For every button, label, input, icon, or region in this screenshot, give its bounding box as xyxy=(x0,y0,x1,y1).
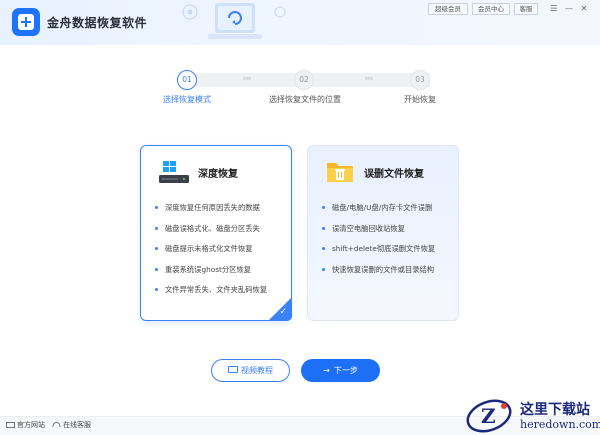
deleted-file-recovery-card[interactable]: 误删文件恢复 磁盘/电脑/U盘/内存卡文件误删 误清空电脑回收站恢复 shift… xyxy=(307,145,459,321)
list-item: 重装系统误ghost分区恢复 xyxy=(155,265,267,286)
official-website-link[interactable]: 官方网站 xyxy=(17,420,45,430)
video-camera-icon xyxy=(228,366,238,373)
video-tutorial-button[interactable]: 视频教程 xyxy=(211,359,290,382)
app-title: 金舟数据恢复软件 xyxy=(47,16,148,30)
step-progress: ››››› ››››› 01 02 03 选择恢复模式 选择恢复文件的位置 开始… xyxy=(0,68,600,108)
step-3-number: 03 xyxy=(410,70,430,90)
watermark-logo: Z xyxy=(466,399,512,433)
deleted-file-recovery-features: 磁盘/电脑/U盘/内存卡文件误删 误清空电脑回收站恢复 shift+delete… xyxy=(322,203,435,285)
member-center-button[interactable]: 会员中心 xyxy=(472,3,510,15)
watermark-domain: heredown.com xyxy=(520,418,600,431)
folder-trash-icon xyxy=(327,163,353,182)
super-vip-button[interactable]: 超级会员 xyxy=(428,3,468,15)
list-item: 磁盘/电脑/U盘/内存卡文件误删 xyxy=(322,203,435,224)
deleted-file-recovery-title: 误删文件恢复 xyxy=(364,169,424,180)
video-tutorial-label: 视频教程 xyxy=(241,366,273,375)
list-item: 误清空电脑回收站恢复 xyxy=(322,224,435,245)
minimize-icon[interactable]: — xyxy=(563,3,575,15)
list-item: 磁盘误格式化、磁盘分区丢失 xyxy=(155,224,267,245)
site-watermark: Z 这里下载站 heredown.com xyxy=(458,394,600,435)
svg-text:Z: Z xyxy=(481,404,496,428)
chevrons-icon: ››››› xyxy=(364,74,374,84)
step-1-number: 01 xyxy=(177,70,197,90)
step-3-label: 开始恢复 xyxy=(404,95,436,104)
deep-recovery-card[interactable]: 深度恢复 深度恢复任何原因丢失的数据 磁盘误格式化、磁盘分区丢失 磁盘提示未格式… xyxy=(140,145,292,321)
close-icon[interactable]: ✕ xyxy=(578,3,590,15)
next-step-label: 下一步 xyxy=(333,366,358,375)
headset-icon xyxy=(52,422,61,427)
title-bar: 金舟数据恢复软件 超级会员 会员中心 客服 ☰ — ✕ xyxy=(0,0,600,45)
watermark-name: 这里下载站 xyxy=(520,402,590,418)
list-item: 深度恢复任何原因丢失的数据 xyxy=(155,203,267,224)
deep-recovery-features: 深度恢复任何原因丢失的数据 磁盘误格式化、磁盘分区丢失 磁盘提示未格式化文件恢复… xyxy=(155,203,267,306)
online-support-link[interactable]: 在线客服 xyxy=(63,420,91,430)
app-logo-icon xyxy=(12,8,40,36)
list-item: 文件异常丢失、文件夹乱码恢复 xyxy=(155,285,267,306)
step-2-label: 选择恢复文件的位置 xyxy=(269,95,341,104)
windows-drive-icon xyxy=(159,161,189,183)
arrow-right-icon: → xyxy=(323,366,330,375)
header-illustration xyxy=(182,3,286,39)
step-2-number: 02 xyxy=(294,70,314,90)
list-item: 快速恢复误删的文件或目录结构 xyxy=(322,265,435,286)
deep-recovery-title: 深度恢复 xyxy=(198,169,238,180)
customer-service-button[interactable]: 客服 xyxy=(514,3,538,15)
menu-icon[interactable]: ☰ xyxy=(548,3,560,15)
chevrons-icon: ››››› xyxy=(242,74,252,84)
list-item: shift+delete彻底误删文件恢复 xyxy=(322,244,435,265)
list-item: 磁盘提示未格式化文件恢复 xyxy=(155,244,267,265)
step-1-label: 选择恢复模式 xyxy=(163,95,211,104)
monitor-icon xyxy=(6,422,15,428)
checkmark-icon: ✓ xyxy=(279,307,287,317)
next-step-button[interactable]: → 下一步 xyxy=(301,359,380,382)
